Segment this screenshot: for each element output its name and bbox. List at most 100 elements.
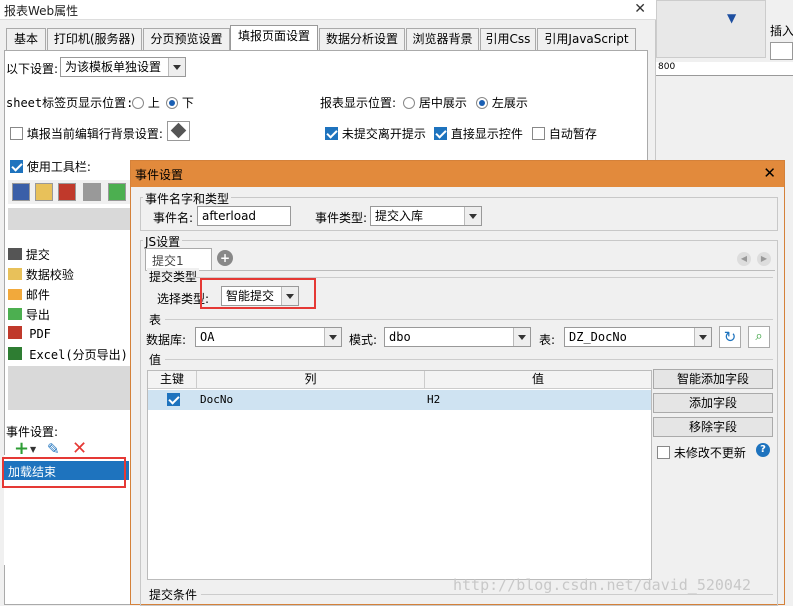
sheet-bottom-label: 下 <box>181 96 194 110</box>
scroll-right-icon[interactable]: ▶ <box>757 252 771 266</box>
radio-icon <box>132 97 144 109</box>
toolbar-item-list: 提交 数据校验 邮件 导出 PDF Excel(分页导出) <box>8 244 132 364</box>
settings-label: 以下设置: <box>6 62 59 76</box>
event-type-select[interactable]: 提交入库 <box>370 206 482 226</box>
toolbar-item-validate[interactable]: 数据校验 <box>8 266 74 283</box>
not-modified-checkbox[interactable]: 未修改不更新 <box>657 444 746 461</box>
sheet-top-radio[interactable]: 上 <box>132 94 160 111</box>
chevron-down-icon <box>694 328 711 346</box>
remove-field-button[interactable]: 移除字段 <box>653 417 773 437</box>
direct-show-checkbox[interactable]: 直接显示控件 <box>434 125 523 142</box>
ruler-label: 800 <box>658 62 676 72</box>
export-icon <box>8 308 22 320</box>
report-center-radio[interactable]: 居中展示 <box>403 94 467 111</box>
scroll-left-icon[interactable]: ◀ <box>737 252 751 266</box>
db-select[interactable]: OA <box>195 327 342 347</box>
title-bar: 报表Web属性 ✕ <box>0 0 656 20</box>
table-select[interactable]: DZ_DocNo <box>564 327 712 347</box>
highlight-box <box>200 278 316 309</box>
grid-header-column[interactable]: 列 <box>196 371 424 389</box>
tab-browser-bg[interactable]: 浏览器背景 <box>406 28 479 50</box>
tab-data-analysis[interactable]: 数据分析设置 <box>319 28 405 50</box>
event-list: 加载结束 <box>2 455 129 565</box>
auto-save-checkbox[interactable]: 自动暂存 <box>532 125 597 142</box>
add-field-button[interactable]: 添加字段 <box>653 393 773 413</box>
pdf-export-icon[interactable] <box>58 183 76 201</box>
checkbox-checked-icon <box>10 160 23 173</box>
smart-add-field-button[interactable]: 智能添加字段 <box>653 369 773 389</box>
schema-value: dbo <box>389 330 411 344</box>
tab-printer[interactable]: 打印机(服务器) <box>47 28 142 50</box>
toolbar-item-label: 导出 <box>25 308 50 322</box>
use-toolbar-checkbox[interactable]: 使用工具栏: <box>10 158 91 175</box>
schema-select[interactable]: dbo <box>384 327 531 347</box>
help-icon[interactable]: ? <box>756 443 770 457</box>
sheet-bottom-radio[interactable]: 下 <box>166 94 194 111</box>
edit-icon[interactable] <box>35 183 53 201</box>
close-icon[interactable]: ✕ <box>763 164 776 182</box>
submit-icon <box>8 248 22 260</box>
checkbox-icon <box>657 446 670 459</box>
insert-input[interactable] <box>770 42 793 60</box>
print-icon[interactable] <box>83 183 101 201</box>
toolbar-icons <box>8 180 132 204</box>
toolbar-item-label: 数据校验 <box>25 268 74 282</box>
refresh-icon[interactable]: ↻ <box>719 326 741 348</box>
row-column-cell: DocNo <box>200 393 234 406</box>
preview-icon[interactable]: ⌕ <box>748 326 770 348</box>
add-tab-icon[interactable]: + <box>217 250 233 266</box>
toolbar-item-excel[interactable]: Excel(分页导出) <box>8 346 128 363</box>
settings-value: 为该模板单独设置 <box>65 60 162 74</box>
tab-divider <box>145 270 775 271</box>
table-row[interactable]: DocNo H2 <box>148 390 651 410</box>
toolbar-item-submit[interactable]: 提交 <box>8 246 50 263</box>
direct-show-label: 直接显示控件 <box>450 127 523 141</box>
auto-save-label: 自动暂存 <box>548 127 597 141</box>
checkbox-checked-icon <box>325 127 338 140</box>
value-group-title: 值 <box>147 351 164 368</box>
event-settings-dialog: 事件设置 ✕ 事件名字和类型 事件名: afterload 事件类型: 提交入库… <box>130 160 785 606</box>
checkbox-icon <box>532 127 545 140</box>
grid-header-key[interactable]: 主键 <box>148 371 196 389</box>
tab-basic[interactable]: 基本 <box>6 28 46 50</box>
tab-javascript[interactable]: 引用JavaScript <box>537 28 636 50</box>
excel-icon <box>8 347 22 360</box>
radio-selected-icon <box>476 97 488 109</box>
tab-submit1[interactable]: 提交1 <box>145 248 212 270</box>
save-icon[interactable] <box>12 183 30 201</box>
no-submit-leave-label: 未提交离开提示 <box>341 127 426 141</box>
grid-header-value[interactable]: 值 <box>424 371 651 389</box>
toolbar-list-footer <box>8 366 132 410</box>
table-group-rule <box>165 319 773 320</box>
report-left-radio[interactable]: 左展示 <box>476 94 528 111</box>
radio-selected-icon <box>166 97 178 109</box>
toolbar-item-pdf[interactable]: PDF <box>8 326 51 341</box>
not-modified-label: 未修改不更新 <box>673 446 746 460</box>
chevron-down-icon[interactable]: ▼ <box>30 445 36 454</box>
chevron-down-icon <box>513 328 530 346</box>
event-type-value: 提交入库 <box>375 209 424 223</box>
toolbar-item-label: 邮件 <box>25 288 50 302</box>
tab-css[interactable]: 引用Css <box>480 28 536 50</box>
toolbar-item-export[interactable]: 导出 <box>8 306 50 323</box>
chevron-down-icon <box>324 328 341 346</box>
submit-condition-title: 提交条件 <box>147 586 200 603</box>
insert-label: 插入 <box>770 24 793 38</box>
toolbar-item-mail[interactable]: 邮件 <box>8 286 50 303</box>
no-submit-leave-checkbox[interactable]: 未提交离开提示 <box>325 125 426 142</box>
tab-fill-page[interactable]: 填报页面设置 <box>230 25 318 51</box>
settings-select[interactable]: 为该模板单独设置 <box>60 57 186 77</box>
toolbar-item-label: 提交 <box>25 248 50 262</box>
close-icon[interactable]: ✕ <box>634 1 646 17</box>
export-icon[interactable] <box>108 183 126 201</box>
event-name-input[interactable]: afterload <box>197 206 291 226</box>
filter-icon[interactable]: ▼ <box>727 11 736 25</box>
checkbox-checked-icon[interactable] <box>167 393 180 406</box>
chevron-down-icon <box>168 58 185 76</box>
value-group-rule <box>165 359 773 360</box>
db-value: OA <box>200 330 215 344</box>
db-label: 数据库: <box>146 333 187 347</box>
paint-bucket-icon[interactable] <box>167 121 190 141</box>
tab-page-preview[interactable]: 分页预览设置 <box>143 28 230 50</box>
fill-bg-checkbox[interactable]: 填报当前编辑行背景设置: <box>10 125 163 142</box>
